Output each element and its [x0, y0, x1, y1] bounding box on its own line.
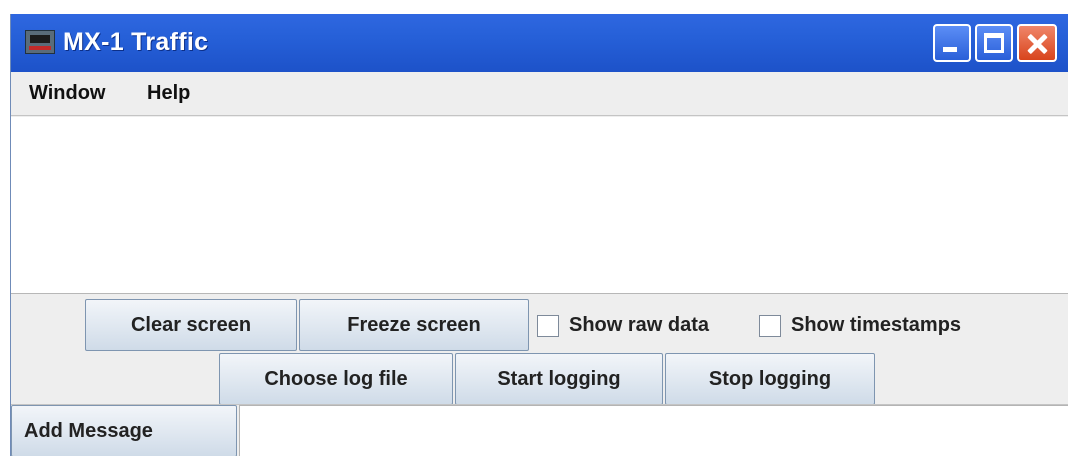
stop-logging-button[interactable]: Stop logging: [665, 353, 875, 405]
train-icon: [25, 30, 55, 54]
show-raw-data-checkbox[interactable]: [537, 314, 559, 337]
show-timestamps-toggle[interactable]: Show timestamps: [759, 314, 961, 337]
close-button[interactable]: [1017, 24, 1057, 62]
minimize-icon: [943, 47, 957, 52]
title-bar[interactable]: MX-1 Traffic: [11, 14, 1068, 72]
show-timestamps-checkbox[interactable]: [759, 314, 781, 337]
menu-help[interactable]: Help: [147, 82, 190, 105]
menu-bar: Window Help: [11, 72, 1068, 116]
window-title: MX-1 Traffic: [63, 28, 209, 56]
add-message-row: Add Message: [11, 404, 1068, 456]
add-message-button[interactable]: Add Message: [11, 405, 237, 456]
message-input[interactable]: [239, 405, 1068, 456]
maximize-icon: [984, 33, 1004, 53]
start-logging-button[interactable]: Start logging: [455, 353, 663, 405]
mx1-traffic-window: MX-1 Traffic Window Help Clear screen Fr…: [10, 14, 1068, 456]
traffic-log-area[interactable]: [11, 117, 1068, 294]
choose-log-file-button[interactable]: Choose log file: [219, 353, 453, 405]
show-timestamps-label: Show timestamps: [791, 314, 962, 336]
menu-window[interactable]: Window: [29, 82, 105, 105]
freeze-screen-button[interactable]: Freeze screen: [299, 299, 529, 351]
maximize-button[interactable]: [975, 24, 1013, 62]
minimize-button[interactable]: [933, 24, 971, 62]
close-icon: [1019, 26, 1055, 60]
clear-screen-button[interactable]: Clear screen: [85, 299, 297, 351]
show-raw-data-label: Show raw data: [569, 314, 710, 336]
show-raw-data-toggle[interactable]: Show raw data: [537, 314, 709, 337]
